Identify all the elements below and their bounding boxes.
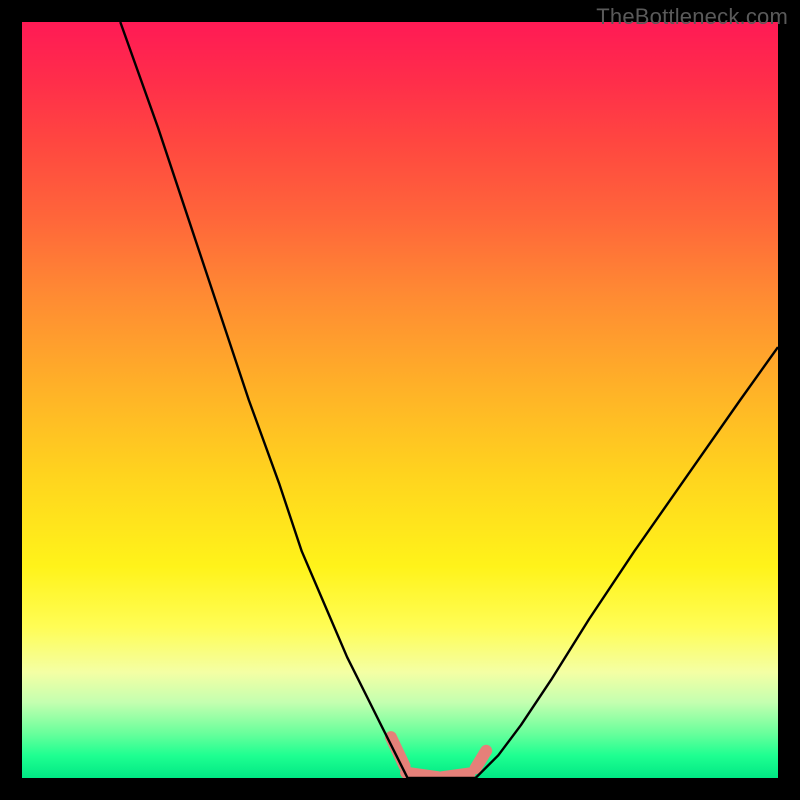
plot-area (22, 22, 778, 778)
salmon-mark (406, 773, 438, 778)
salmon-mark (442, 773, 469, 777)
curve-layer (22, 22, 778, 778)
watermark-text: TheBottleneck.com (596, 4, 788, 30)
salmon-mark (476, 751, 487, 768)
salmon-mark (391, 737, 405, 766)
bottleneck-curve (120, 22, 778, 778)
chart-frame: TheBottleneck.com (0, 0, 800, 800)
